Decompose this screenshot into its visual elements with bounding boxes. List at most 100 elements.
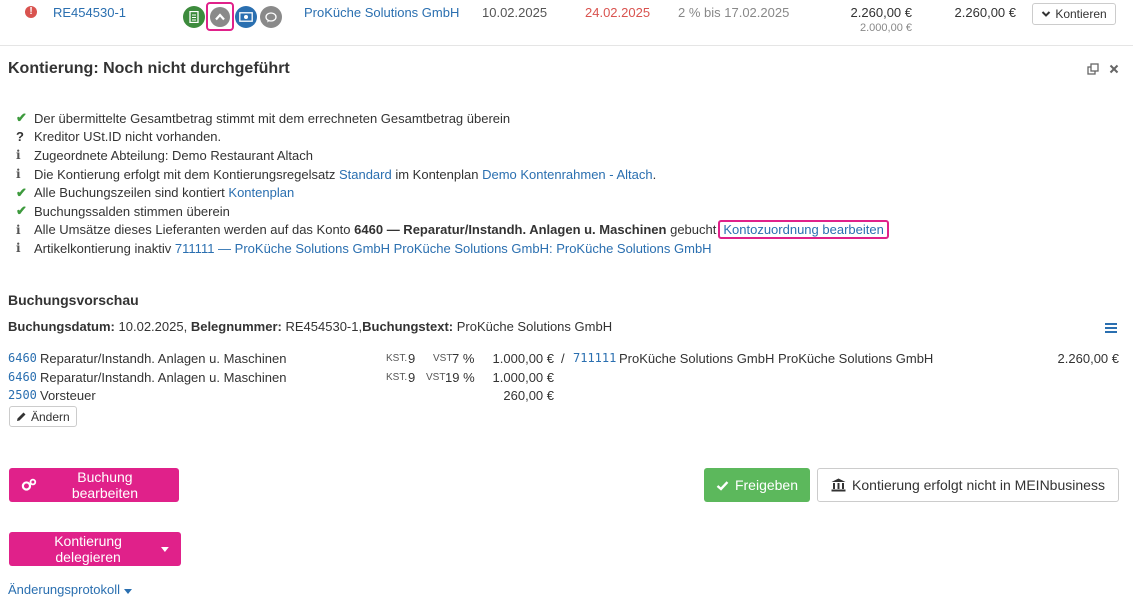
release-label: Freigeben — [734, 477, 798, 493]
beleg-label: Belegnummer: — [190, 319, 282, 334]
check-text: gebucht — [670, 222, 717, 238]
invoice-row: ! RE454530-1 ProKüche Solutions GmbH 10.… — [0, 0, 1133, 46]
due-date: 24.02.2025 — [585, 5, 651, 20]
check-text: Kreditor USt.ID nicht vorhanden. — [34, 129, 222, 145]
account-link[interactable]: 6460 — [8, 370, 37, 384]
kst-label: KST. — [386, 353, 408, 364]
check-item: i Artikelkontierung inaktiv 711111 — Pro… — [16, 239, 889, 258]
popout-icon[interactable] — [1087, 63, 1099, 78]
check-item: ✔ Alle Buchungszeilen sind kontiert Kont… — [16, 183, 889, 202]
aenderungsprotokoll-link[interactable]: Änderungsprotokoll — [8, 582, 132, 597]
beleg-number: RE454530-1, — [285, 319, 363, 334]
kst-value: 9 — [408, 351, 416, 366]
bank-icon — [831, 478, 846, 492]
collapse-button[interactable] — [206, 2, 234, 31]
close-icon[interactable] — [1109, 63, 1119, 78]
kontierung-title: Kontierung: Noch nicht durchgeführt — [8, 60, 290, 77]
invoice-number-link[interactable]: RE454530-1 — [53, 5, 126, 20]
check-text: Zugeordnete Abteilung: Demo Restaurant A… — [34, 147, 313, 163]
info-icon: i — [16, 222, 21, 237]
chevron-down-icon — [1042, 11, 1051, 17]
check-item: ✔ Der übermittelte Gesamtbetrag stimmt m… — [16, 109, 889, 128]
info-icon: i — [16, 148, 21, 163]
net-amount: 2.000,00 € — [860, 22, 912, 34]
alert-icon: ! — [25, 6, 37, 18]
info-icon: i — [16, 241, 21, 256]
protokoll-label: Änderungsprotokoll — [8, 582, 121, 597]
caret-down-icon — [161, 546, 169, 552]
window-controls — [1087, 63, 1119, 78]
account-name: Reparatur/Instandh. Anlagen u. Maschinen — [40, 370, 287, 385]
check-text: Artikelkontierung inaktiv — [34, 240, 172, 256]
booking-row: 6460 Reparatur/Instandh. Anlagen u. Masc… — [8, 370, 1128, 388]
check-text: Die Kontierung erfolgt mit dem Kontierun… — [34, 166, 336, 182]
chat-icon[interactable] — [260, 6, 282, 28]
open-amount: 2.260,00 € — [954, 5, 1016, 20]
vst-label: VST — [433, 353, 453, 364]
kontenplan-link[interactable]: Demo Kontenrahmen - Altach — [482, 167, 653, 182]
vst-value: 19 % — [445, 370, 475, 385]
contra-account-link[interactable]: 711111 — [573, 351, 616, 365]
money-icon[interactable] — [235, 6, 257, 28]
delegate-label: Kontierung delegieren — [54, 533, 122, 565]
amount: 260,00 € — [503, 388, 554, 403]
check-item: ? Kreditor USt.ID nicht vorhanden. — [16, 128, 889, 147]
caret-down-icon — [123, 589, 132, 594]
chevron-up-icon — [210, 6, 230, 27]
skonto-info: 2 % bis 17.02.2025 — [678, 5, 790, 20]
separator: / — [561, 351, 565, 366]
regelsatz-link[interactable]: Standard — [339, 167, 392, 182]
booking-row: 6460 Reparatur/Instandh. Anlagen u. Masc… — [8, 351, 1128, 369]
kontozuordnung-link[interactable]: Kontozuordnung bearbeiten — [718, 220, 889, 240]
date-label: Buchungsdatum: — [8, 319, 115, 334]
amount: 1.000,00 € — [492, 351, 554, 366]
gears-icon — [21, 478, 37, 491]
freigeben-button[interactable]: Freigeben — [704, 468, 810, 502]
not-in-meinbusiness-button[interactable]: Kontierung erfolgt nicht in MEINbusiness — [817, 468, 1119, 502]
check-text: Alle Buchungszeilen sind kontiert — [34, 185, 225, 201]
account-name: Vorsteuer — [40, 388, 96, 403]
buchung-bearbeiten-button[interactable]: Buchung bearbeiten — [9, 468, 179, 502]
text-label: Buchungstext: — [362, 319, 454, 334]
account-link[interactable]: 2500 — [8, 388, 37, 402]
check-item: i Alle Umsätze dieses Lieferanten werden… — [16, 220, 889, 240]
booking-date: 10.02.2025, — [118, 319, 188, 334]
not-mein-label: Kontierung erfolgt nicht in MEINbusiness — [852, 477, 1105, 493]
aendern-label: Ändern — [31, 409, 70, 424]
booking-text: ProKüche Solutions GmbH — [456, 319, 613, 334]
kontenplan-link[interactable]: Kontenplan — [228, 185, 294, 200]
check-text: Der übermittelte Gesamtbetrag stimmt mit… — [34, 110, 511, 126]
amount: 1.000,00 € — [492, 370, 554, 385]
vst-label: VST — [426, 372, 446, 383]
account-name: 6460 — Reparatur/Instandh. Anlagen u. Ma… — [354, 222, 667, 238]
vendor-link[interactable]: ProKüche Solutions GmbH — [304, 5, 459, 20]
gross-amount: 2.260,00 € — [850, 5, 912, 20]
check-text: Alle Umsätze dieses Lieferanten werden a… — [34, 222, 351, 238]
check-item: i Die Kontierung erfolgt mit dem Kontier… — [16, 165, 889, 184]
edit-label: Buchung bearbeiten — [71, 469, 138, 501]
check-icon — [716, 480, 729, 491]
check-text: . — [652, 166, 657, 182]
kontieren-label: Kontieren — [1055, 7, 1107, 21]
booking-row: 2500 Vorsteuer 260,00 € — [8, 388, 1128, 406]
account-name: Reparatur/Instandh. Anlagen u. Maschinen — [40, 351, 287, 366]
check-item: ✔ Buchungssalden stimmen überein — [16, 202, 889, 221]
kontieren-button[interactable]: Kontieren — [1032, 3, 1116, 25]
menu-icon[interactable] — [1105, 320, 1117, 336]
check-icon: ✔ — [16, 184, 27, 200]
check-icon: ✔ — [16, 203, 27, 219]
kst-value: 9 — [408, 370, 416, 385]
artikel-link[interactable]: 711111 — ProKüche Solutions GmbH ProKüch… — [175, 241, 712, 256]
kst-label: KST. — [386, 372, 408, 383]
check-text: Buchungssalden stimmen überein — [34, 203, 230, 219]
question-icon: ? — [16, 129, 24, 145]
account-link[interactable]: 6460 — [8, 351, 37, 365]
invoice-date: 10.02.2025 — [482, 5, 548, 20]
kontierung-delegieren-button[interactable]: Kontierung delegieren — [9, 532, 181, 566]
pencil-icon — [17, 412, 26, 421]
document-icon[interactable] — [183, 6, 205, 28]
info-icon: i — [16, 167, 21, 182]
preview-title: Buchungsvorschau — [8, 292, 139, 308]
aendern-button[interactable]: Ändern — [9, 406, 77, 427]
check-icon: ✔ — [16, 110, 27, 126]
